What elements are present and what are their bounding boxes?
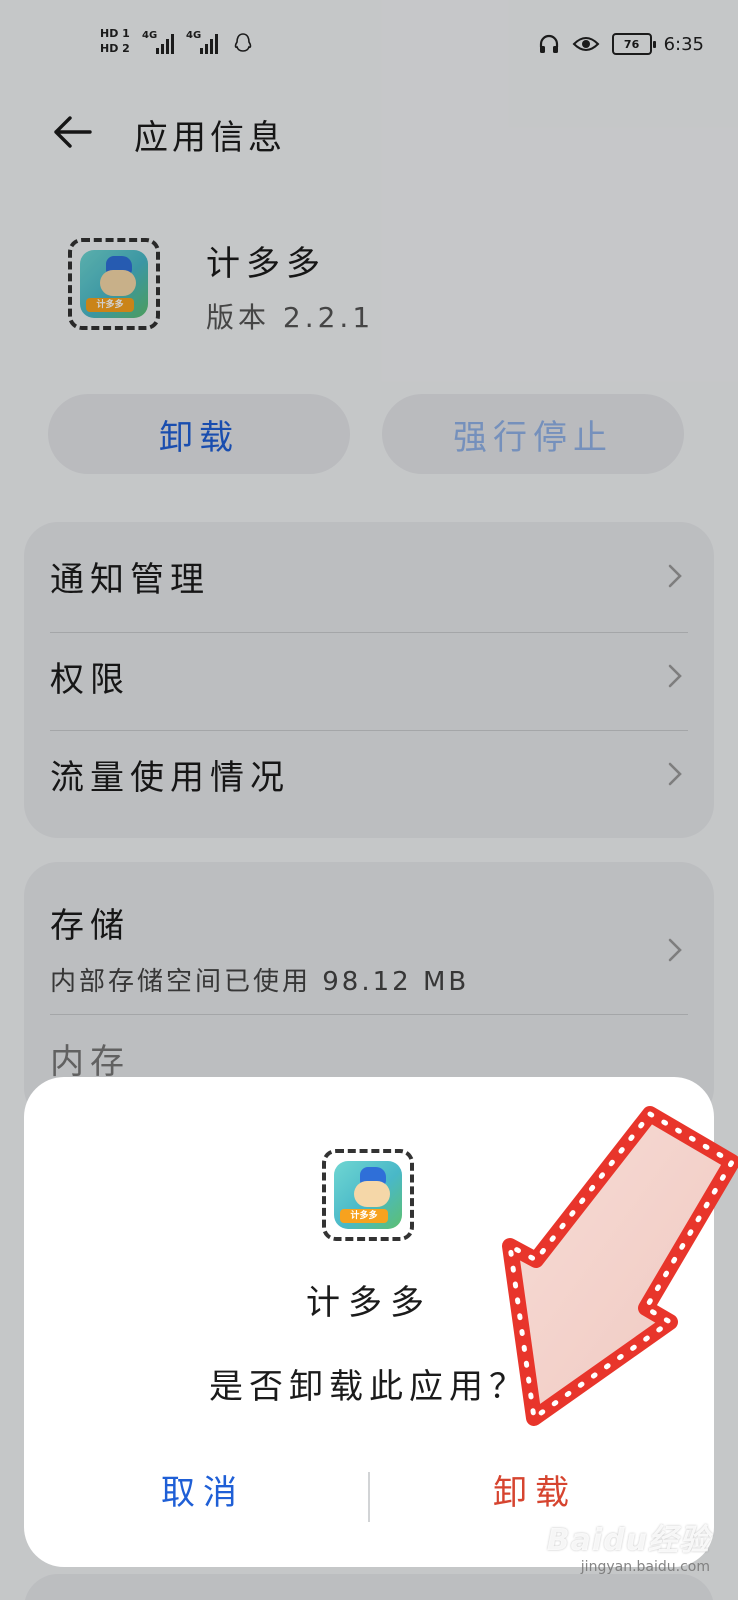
dialog-app-icon: 计多多 <box>334 1161 402 1229</box>
dialog-cancel-button[interactable]: 取消 <box>38 1447 368 1531</box>
app-info-screen: HD 1 HD 2 4G 4G 76 6:35 应用信息 计多多 计多多 版本 … <box>0 0 738 1600</box>
dialog-app-icon-tag: 计多多 <box>340 1209 388 1223</box>
watermark-sub: jingyan.baidu.com <box>580 1559 710 1575</box>
annotation-arrow-icon <box>502 1106 738 1426</box>
watermark-main: Baidu经验 <box>546 1523 710 1558</box>
dialog-app-icon-frame: 计多多 <box>322 1149 414 1241</box>
baidu-watermark: Baidu经验 jingyan.baidu.com <box>547 1515 710 1575</box>
